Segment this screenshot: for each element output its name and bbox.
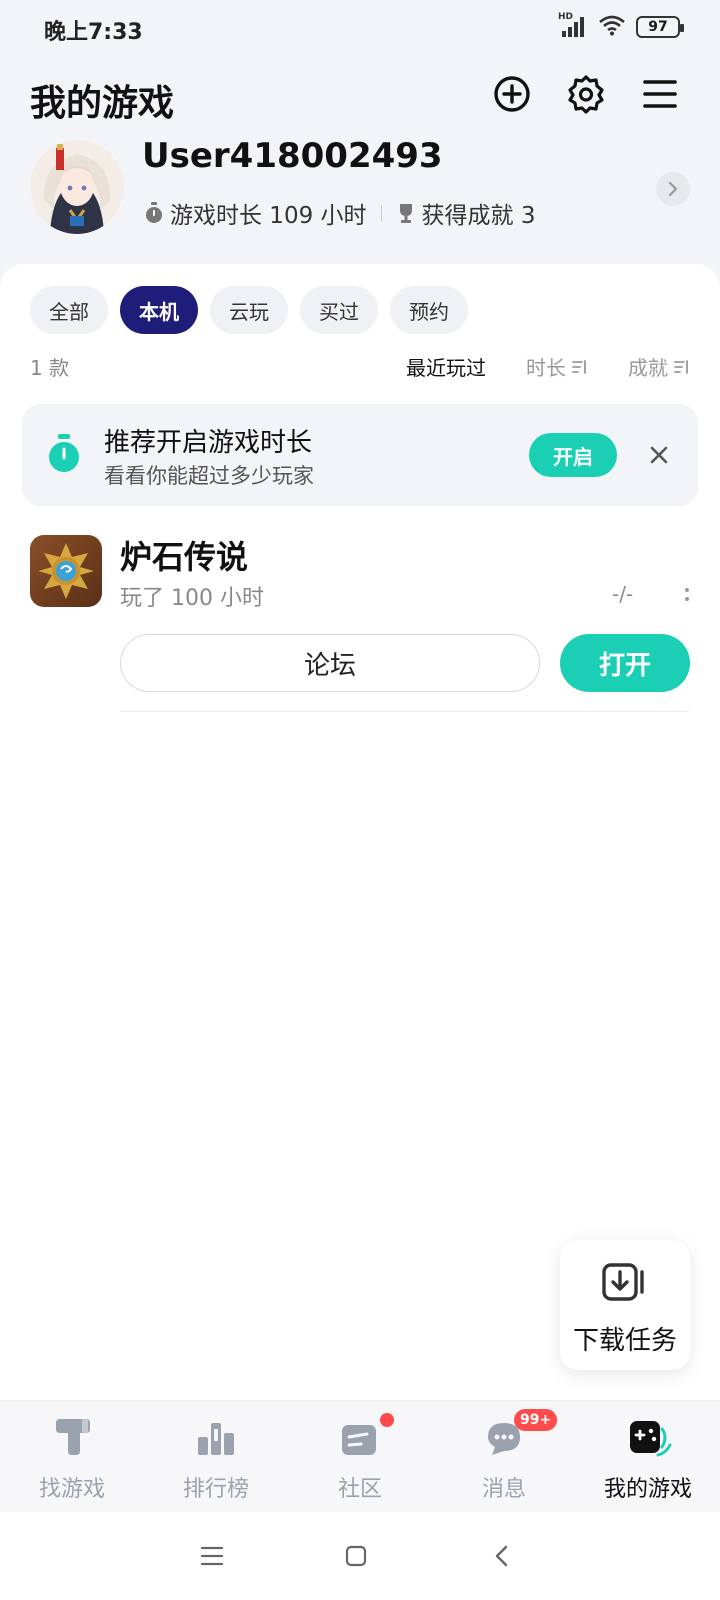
tab-all[interactable]: 全部 bbox=[30, 286, 108, 334]
tab-label: 买过 bbox=[319, 299, 359, 324]
sort-label: 最近玩过 bbox=[406, 356, 486, 380]
download-icon bbox=[602, 1263, 644, 1301]
bottom-nav: 找游戏 排行榜 社区 99+ 消息 我的游戏 bbox=[0, 1400, 720, 1512]
dot bbox=[685, 587, 689, 592]
stopwatch-icon bbox=[49, 434, 79, 472]
menu-button[interactable] bbox=[640, 72, 680, 116]
stopwatch-icon bbox=[146, 202, 162, 223]
fab-label: 下载任务 bbox=[572, 1326, 677, 1356]
profile-detail-button[interactable] bbox=[656, 172, 690, 206]
tab-label: 本机 bbox=[139, 299, 179, 324]
signal-icon: HD bbox=[558, 12, 588, 38]
sort-achievements[interactable]: 成就 bbox=[628, 352, 690, 381]
status-time: 晚上7:33 bbox=[44, 20, 143, 45]
enable-button[interactable]: 开启 bbox=[529, 433, 617, 477]
profile-stats: 游戏时长 109 小时 获得成就 3 bbox=[144, 196, 535, 230]
ranking-icon bbox=[198, 1423, 234, 1455]
find-game-icon bbox=[56, 1419, 90, 1455]
gear-icon bbox=[568, 75, 604, 114]
banner-subtitle: 看看你能超过多少玩家 bbox=[104, 464, 314, 488]
close-icon bbox=[650, 446, 668, 464]
recent-apps-button[interactable] bbox=[196, 1540, 228, 1572]
playtime-label: 游戏时长 109 小时 bbox=[170, 203, 367, 229]
menu-icon bbox=[643, 80, 677, 108]
home-button[interactable] bbox=[340, 1540, 372, 1572]
nav-label: 找游戏 bbox=[38, 1477, 105, 1502]
add-circle-icon bbox=[494, 76, 530, 112]
nav-my-games[interactable]: 我的游戏 bbox=[576, 1401, 720, 1513]
sort-icon bbox=[572, 359, 586, 374]
back-button[interactable] bbox=[486, 1540, 518, 1572]
my-games-icon bbox=[630, 1421, 672, 1457]
message-count-badge: 99+ bbox=[514, 1409, 558, 1431]
tab-label: 全部 bbox=[49, 299, 89, 324]
nav-ranking[interactable]: 排行榜 bbox=[144, 1401, 288, 1513]
nav-label: 社区 bbox=[337, 1477, 382, 1502]
achievements-stat: 获得成就 3 bbox=[396, 196, 536, 230]
sort-recent[interactable]: 最近玩过 bbox=[406, 352, 486, 381]
avatar[interactable] bbox=[30, 140, 124, 234]
nav-label: 消息 bbox=[481, 1477, 526, 1502]
username[interactable]: User418002493 bbox=[142, 136, 443, 176]
dot bbox=[685, 596, 689, 601]
add-game-button[interactable] bbox=[492, 72, 532, 116]
game-rank: -/- bbox=[612, 582, 634, 606]
header-actions bbox=[492, 72, 680, 116]
sort-duration[interactable]: 时长 bbox=[526, 352, 588, 381]
achievements-label: 获得成就 3 bbox=[421, 203, 536, 229]
nav-label: 排行榜 bbox=[182, 1477, 249, 1502]
divider bbox=[120, 711, 690, 712]
banner-title: 推荐开启游戏时长 bbox=[104, 428, 313, 458]
battery-icon: 97 bbox=[636, 16, 684, 38]
tab-local[interactable]: 本机 bbox=[120, 286, 198, 334]
banner-close-button[interactable] bbox=[644, 440, 674, 470]
nav-find-game[interactable]: 找游戏 bbox=[0, 1401, 144, 1513]
game-playtime: 玩了 100 小时 bbox=[120, 586, 264, 611]
community-badge bbox=[380, 1413, 394, 1427]
nav-messages[interactable]: 99+ 消息 bbox=[432, 1401, 576, 1513]
status-icons: HD 97 bbox=[558, 12, 684, 40]
chevron-right-icon bbox=[668, 181, 678, 197]
battery-level: 97 bbox=[648, 19, 668, 35]
sort-label: 成就 bbox=[628, 356, 668, 380]
tab-cloud[interactable]: 云玩 bbox=[210, 286, 288, 334]
stat-divider bbox=[380, 205, 382, 221]
tab-purchased[interactable]: 买过 bbox=[300, 286, 378, 334]
status-bar: 晚上7:33 HD 97 bbox=[0, 0, 720, 56]
sort-label: 时长 bbox=[526, 356, 566, 380]
nav-label: 我的游戏 bbox=[603, 1477, 692, 1502]
network-label: HD bbox=[558, 12, 574, 22]
open-game-button[interactable]: 打开 bbox=[560, 634, 690, 692]
more-options-button[interactable] bbox=[680, 580, 694, 608]
sort-icon bbox=[674, 359, 688, 374]
download-tasks-button[interactable]: 下载任务 bbox=[560, 1240, 690, 1370]
wifi-icon bbox=[598, 14, 626, 40]
sort-options: 最近玩过 时长 成就 bbox=[406, 352, 690, 381]
square-icon bbox=[345, 1545, 367, 1567]
tab-label: 云玩 bbox=[229, 299, 269, 324]
tab-label: 预约 bbox=[409, 299, 449, 324]
system-nav-bar bbox=[0, 1512, 720, 1600]
nav-community[interactable]: 社区 bbox=[288, 1401, 432, 1513]
tab-reserved[interactable]: 预约 bbox=[390, 286, 468, 334]
community-icon bbox=[342, 1425, 376, 1455]
page-title: 我的游戏 bbox=[30, 83, 175, 124]
game-count: 1 款 bbox=[30, 356, 70, 380]
game-icon[interactable] bbox=[30, 535, 102, 607]
content-panel: 全部 本机 云玩 买过 预约 1 款 最近玩过 时长 成就 推荐开启游戏时长 看… bbox=[0, 264, 720, 1400]
settings-button[interactable] bbox=[566, 72, 606, 116]
chevron-left-icon bbox=[495, 1545, 508, 1567]
filter-tabs: 全部 本机 云玩 买过 预约 bbox=[30, 286, 468, 334]
playtime-stat: 游戏时长 109 小时 bbox=[144, 196, 367, 230]
forum-button[interactable]: 论坛 bbox=[120, 634, 540, 692]
playtime-banner: 推荐开启游戏时长 看看你能超过多少玩家 开启 bbox=[22, 404, 698, 506]
menu-icon bbox=[200, 1546, 224, 1566]
game-title[interactable]: 炉石传说 bbox=[120, 532, 248, 578]
trophy-icon bbox=[399, 204, 412, 223]
